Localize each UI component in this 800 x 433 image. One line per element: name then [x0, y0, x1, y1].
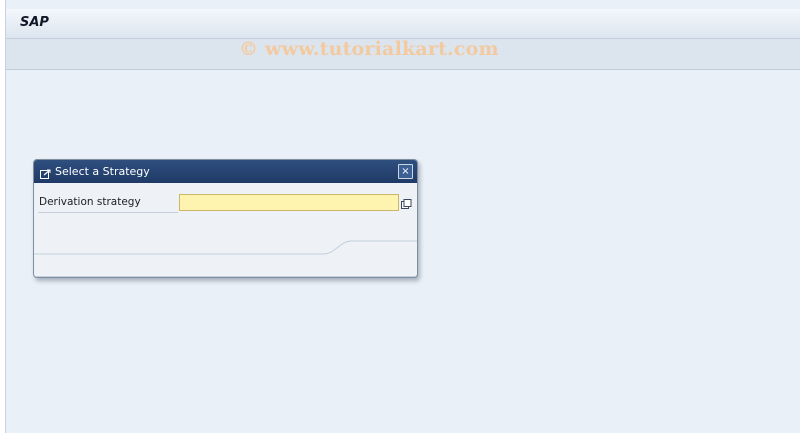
app-title: SAP	[20, 15, 49, 30]
select-strategy-dialog: Select a Strategy × Derivation strategy	[33, 159, 418, 278]
close-icon[interactable]: ×	[398, 164, 413, 179]
dialog-window-icon	[40, 165, 51, 179]
value-help-icon[interactable]	[401, 195, 412, 209]
field-row-derivation-strategy: Derivation strategy	[34, 193, 417, 213]
derivation-strategy-input[interactable]	[179, 194, 399, 211]
dialog-footer	[34, 235, 417, 277]
dialog-title: Select a Strategy	[55, 165, 150, 178]
derivation-strategy-label: Derivation strategy	[39, 196, 141, 208]
label-underline	[38, 212, 178, 213]
watermark-text: © www.tutorialkart.com	[239, 38, 499, 60]
dialog-header: Select a Strategy ×	[34, 160, 417, 183]
title-bar: SAP	[6, 9, 800, 39]
